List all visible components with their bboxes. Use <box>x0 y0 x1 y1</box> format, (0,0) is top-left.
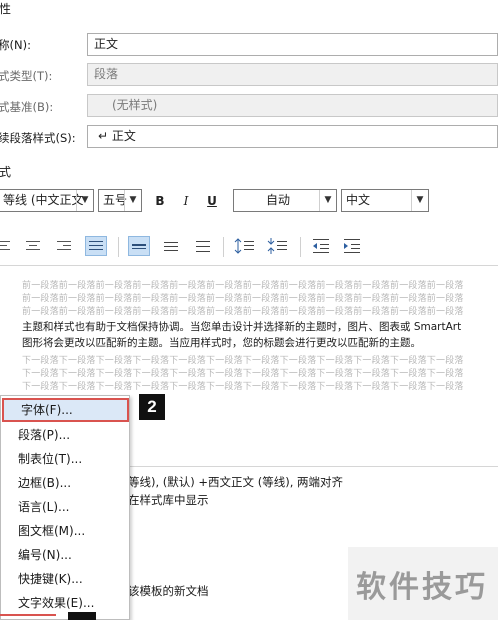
menu-item-numbering[interactable]: 编号(N)... <box>1 543 129 567</box>
single-spacing-button[interactable] <box>128 236 150 256</box>
toolbar-divider <box>118 237 119 257</box>
menu-item-shortcut-key[interactable]: 快捷键(K)... <box>1 567 129 591</box>
align-right-button[interactable] <box>55 237 73 255</box>
chevron-down-icon: ▼ <box>76 190 93 211</box>
name-label: 称(N): <box>0 38 31 52</box>
next-style-field[interactable]: ↵ 正文 <box>87 125 498 148</box>
language-value: 中文 <box>346 193 371 207</box>
increase-paragraph-spacing-button[interactable] <box>234 236 256 256</box>
font-color-value: 自动 <box>266 193 291 207</box>
toolbar-divider <box>223 237 224 257</box>
menu-item-border[interactable]: 边框(B)... <box>1 471 129 495</box>
style-description-line: 等线), (默认) +西文正文 (等线), 两端对齐 <box>128 475 343 489</box>
preview-previous-paragraph: 前一段落前一段落前一段落前一段落前一段落前一段落前一段落前一段落前一段落前一段落… <box>22 294 464 304</box>
paragraph-spacing-up-icon <box>234 238 254 254</box>
chevron-down-icon: ▼ <box>124 190 141 211</box>
preview-sample-text: 主题和样式也有助于文档保持协调。当您单击设计并选择新的主题时，图片、图表或 Sm… <box>22 321 462 333</box>
based-on-field: (无样式) <box>87 94 498 117</box>
style-type-label: 式类型(T): <box>0 69 53 83</box>
decrease-paragraph-spacing-button[interactable] <box>267 236 289 256</box>
style-description-line: 在样式库中显示 <box>128 493 209 507</box>
align-right-icon <box>57 241 71 250</box>
chevron-down-icon: ▼ <box>411 190 428 211</box>
increase-indent-icon <box>344 239 360 253</box>
new-documents-option-label: 该模板的新文档 <box>128 584 209 598</box>
menu-item-text-effects[interactable]: 文字效果(E)... <box>1 591 129 615</box>
menu-item-font[interactable]: 字体(F)... <box>2 398 129 422</box>
justify-button[interactable] <box>85 236 107 256</box>
one-half-spacing-button[interactable] <box>162 237 180 255</box>
menu-item-frame[interactable]: 图文框(M)... <box>1 519 129 543</box>
double-spacing-icon <box>196 241 210 252</box>
increase-indent-button[interactable] <box>342 236 364 256</box>
toolbar-divider <box>300 237 301 257</box>
align-center-button[interactable] <box>24 237 42 255</box>
based-on-label: 式基准(B): <box>0 100 54 114</box>
format-button-highlight <box>0 614 56 616</box>
underline-button[interactable]: U <box>202 191 222 211</box>
style-type-field: 段落 <box>87 63 498 86</box>
menu-item-paragraph[interactable]: 段落(P)... <box>1 423 129 447</box>
preview-next-paragraph: 下一段落下一段落下一段落下一段落下一段落下一段落下一段落下一段落下一段落下一段落… <box>22 369 464 379</box>
align-left-icon <box>0 241 10 250</box>
font-color-select[interactable]: 自动 ▼ <box>233 189 337 212</box>
italic-button[interactable]: I <box>176 191 196 211</box>
preview-previous-paragraph: 前一段落前一段落前一段落前一段落前一段落前一段落前一段落前一段落前一段落前一段落… <box>22 281 464 291</box>
step-number-badge: 2 <box>139 394 165 420</box>
next-style-label: 续段落样式(S): <box>0 131 76 145</box>
font-select-value: 等线 (中文正文 <box>3 193 84 207</box>
menu-item-tabs[interactable]: 制表位(T)... <box>1 447 129 471</box>
properties-section-title: 性 <box>0 2 12 16</box>
decrease-indent-button[interactable] <box>311 236 333 256</box>
align-center-icon <box>26 241 40 250</box>
menu-item-language[interactable]: 语言(L)... <box>1 495 129 519</box>
step-badge-fragment <box>68 612 96 620</box>
preview-next-paragraph: 下一段落下一段落下一段落下一段落下一段落下一段落下一段落下一段落下一段落下一段落… <box>22 356 464 366</box>
watermark-text: 软件技巧 <box>356 570 488 605</box>
preview-next-paragraph: 下一段落下一段落下一段落下一段落下一段落下一段落下一段落下一段落下一段落下一段落… <box>22 382 464 392</box>
language-select[interactable]: 中文 ▼ <box>341 189 429 212</box>
one-half-spacing-icon <box>164 242 178 251</box>
double-spacing-button[interactable] <box>194 237 212 255</box>
paragraph-spacing-down-icon <box>267 238 287 254</box>
font-size-select[interactable]: 五号 ▼ <box>98 189 142 212</box>
format-section-title: 式 <box>0 165 12 179</box>
name-field[interactable]: 正文 <box>87 33 498 56</box>
preview-previous-paragraph: 前一段落前一段落前一段落前一段落前一段落前一段落前一段落前一段落前一段落前一段落… <box>22 307 464 317</box>
preview-sample-text: 图形将会更改以匹配新的主题。当应用样式时，您的标题会进行更改以匹配新的主题。 <box>22 337 421 349</box>
single-spacing-icon <box>132 244 146 249</box>
format-dropdown-menu: 字体(F)... 段落(P)... 制表位(T)... 边框(B)... 语言(… <box>0 395 130 620</box>
font-select[interactable]: 等线 (中文正文 ▼ <box>0 189 94 212</box>
align-left-button[interactable] <box>0 237 12 255</box>
bold-button[interactable]: B <box>150 191 170 211</box>
chevron-down-icon: ▼ <box>319 190 336 211</box>
decrease-indent-icon <box>313 239 329 253</box>
justify-icon <box>89 241 103 250</box>
